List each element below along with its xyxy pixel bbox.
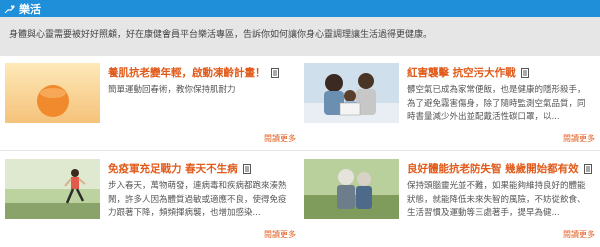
article-title[interactable]: 免疫軍充足戰力 春天不生病 [108,161,251,176]
read-more-link[interactable]: 閱讀更多 [264,133,296,144]
document-icon [583,163,592,174]
section-title: 樂活 [19,2,41,16]
article-card[interactable]: 良好體能抗老防失智 幾歲開始都有效 保持頭腦靈光並不難，如果能夠維持良好的體能狀… [304,154,595,242]
article-description: 髒空氣已成為家常便飯，也是健康的隱形殺手，為了避免霧害傷身，除了隨時監測空氣品質… [407,85,586,122]
article-thumbnail-family[interactable] [304,63,399,123]
section-header: 樂活 [0,0,600,17]
article-title[interactable]: 紅害襲擊 抗空污大作戰 [407,65,529,80]
article-card[interactable]: 免疫軍充足戰力 春天不生病 步入春天，萬物萌發，連病毒和疾病都跑來湊熱鬧，許多人… [5,154,296,242]
article-card[interactable]: 養肌抗老變年輕，啟動凍齡計畫！ 簡單運動回春術，教你保持肌耐力 閱讀更多 [5,58,296,146]
document-icon [520,67,529,78]
article-card[interactable]: 紅害襲擊 抗空污大作戰 髒空氣已成為家常便飯，也是健康的隱形殺手，為了避免霧害傷… [304,58,595,146]
heart-hand-icon [4,4,15,13]
document-icon [270,67,279,78]
intro-text: 身體與心靈需要被好好照顧，好在康健會員平台樂活專區，告訴你如何讓你身心靈調理讓生… [9,30,433,40]
article-description: 保持頭腦靈光並不難，如果能夠維持良好的體能狀態，就能降低未來失智的風險，不妨從飲… [407,181,586,218]
intro-banner: 身體與心靈需要被好好照顧，好在康健會員平台樂活專區，告訴你如何讓你身心靈調理讓生… [0,17,600,56]
article-title[interactable]: 養肌抗老變年輕，啟動凍齡計畫！ [108,65,279,80]
article-description: 簡單運動回春術，教你保持肌耐力 [108,85,236,95]
read-more-link[interactable]: 閱讀更多 [563,229,595,240]
article-thumbnail-elderly[interactable] [304,159,399,219]
read-more-link[interactable]: 閱讀更多 [563,133,595,144]
article-title[interactable]: 良好體能抗老防失智 幾歲開始都有效 [407,161,592,176]
document-icon [242,163,251,174]
article-thumbnail-running[interactable] [5,159,100,219]
row-divider [0,150,600,151]
article-description: 步入春天，萬物萌發，連病毒和疾病都跑來湊熱鬧，許多人因為體質過敏或適應不良，使得… [108,181,287,218]
read-more-link[interactable]: 閱讀更多 [264,229,296,240]
article-thumbnail-fitness[interactable] [5,63,100,123]
